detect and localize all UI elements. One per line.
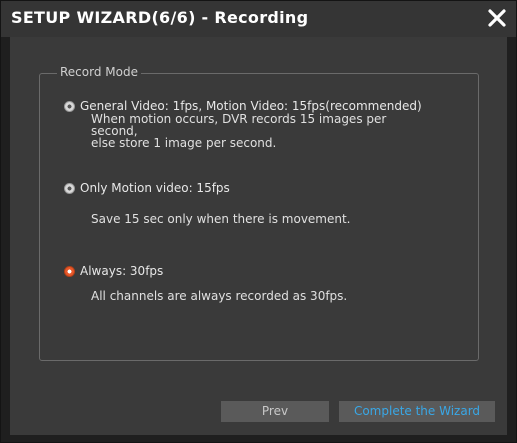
option-label-general-video[interactable]: General Video: 1fps, Motion Video: 15fps… [80,99,422,113]
complete-wizard-button[interactable]: Complete the Wizard [339,401,495,422]
title-bar[interactable]: SETUP WIZARD(6/6) - Recording [1,1,516,37]
option-description-line: All channels are always recorded as 30fp… [91,289,348,303]
setup-wizard-dialog: SETUP WIZARD(6/6) - Recording Record Mod… [0,0,517,443]
window-title: SETUP WIZARD(6/6) - Recording [11,8,309,27]
option-description-line: Save 15 sec only when there is movement. [91,212,351,226]
prev-button[interactable]: Prev [221,401,329,422]
radio-always-recording[interactable] [64,266,75,277]
radio-general-video[interactable] [64,101,75,112]
option-description-line: else store 1 image per second. [91,136,277,150]
close-button[interactable] [484,5,510,31]
option-label-always-recording[interactable]: Always: 30fps [80,264,163,278]
option-label-only-motion-video[interactable]: Only Motion video: 15fps [80,181,230,195]
record-mode-legend: Record Mode [57,65,141,79]
close-icon [488,9,506,27]
radio-only-motion-video[interactable] [64,183,75,194]
